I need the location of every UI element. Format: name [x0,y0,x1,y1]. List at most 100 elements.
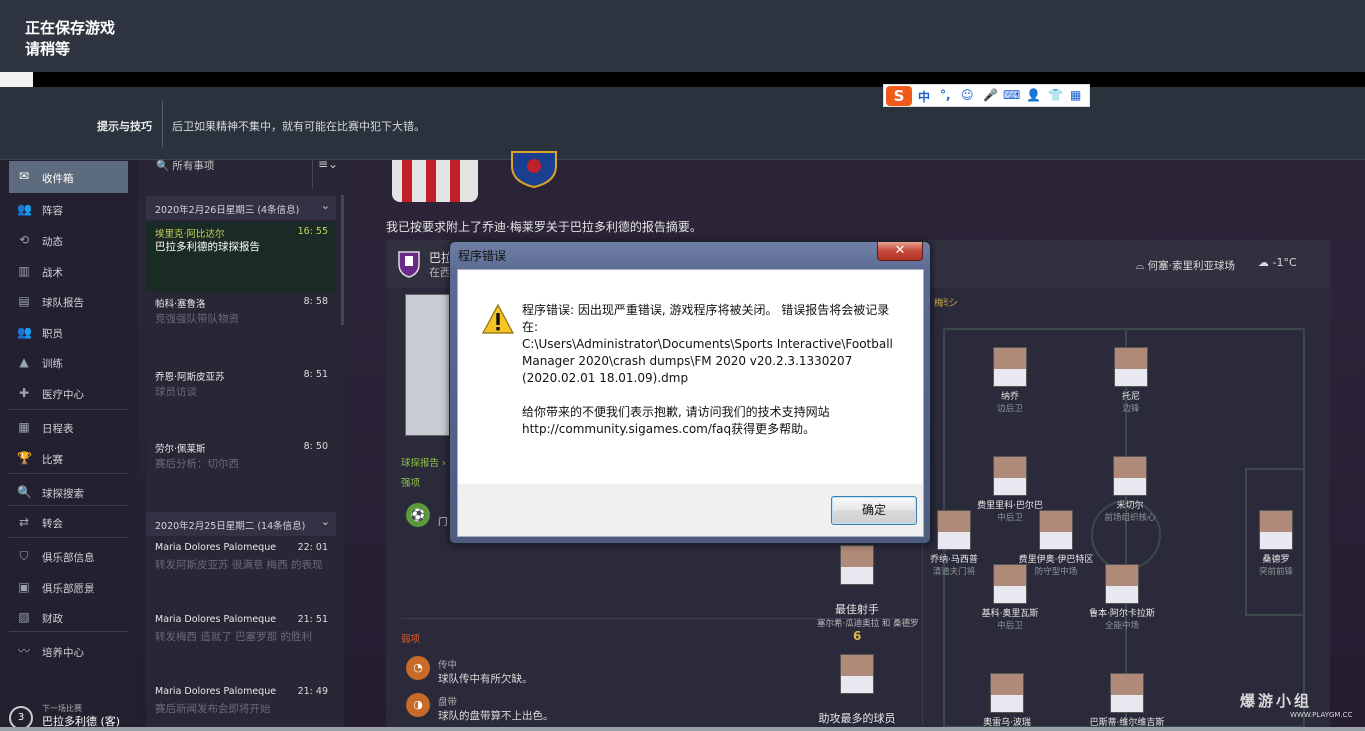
inbox-message[interactable]: Maria Dolores Palomeque 22: 01 转发阿斯皮亚苏 很… [146,538,336,608]
pitch-player-name: 托尼 [1121,392,1140,402]
message-sender: 帕科·塞鲁洛 [155,299,206,310]
sogou-logo-icon[interactable]: S [886,86,912,106]
message-sender: 乔恩·阿斯皮亚苏 [155,372,225,383]
pitch-player[interactable]: 鲁本·阿尔卡拉斯 全能中场 [1082,564,1162,631]
message-time: 21: 51 [297,614,328,625]
staff-icon: 👥 [17,325,32,339]
message-subject: 转发梅西 造就了 巴塞罗那 的胜利 [155,631,313,643]
sidebar-item-3[interactable]: ▥ 战术 [9,261,128,283]
inbox-message[interactable]: 乔恩·阿斯皮亚苏 8: 51 球员访谈 [146,365,336,435]
ok-button[interactable]: 确定 [831,496,917,525]
pitch-player[interactable]: 奥雷乌·波瑞 [967,673,1047,728]
sidebar-item-1[interactable]: 👥 阵容 [9,199,128,221]
ime-chinese-mode[interactable]: 中 [918,88,930,105]
squad-icon: 👥 [17,202,32,216]
pitch-player-pos: 前场组织核心 [1104,513,1156,523]
trophy-icon: 🏆 [17,451,32,465]
sidebar-item-14[interactable]: ▨ 财政 [9,607,128,629]
sidebar-item-7[interactable]: ✚ 医疗中心 [9,383,128,405]
inbox-message[interactable]: Maria Dolores Palomeque 21: 49 赛后新闻发布会即将… [146,682,336,727]
top-assister: 助攻最多的球员 [817,654,897,726]
sidebar-item-8[interactable]: ▦ 日程表 [9,417,128,439]
inbox-message[interactable]: 劳尔·佩莱斯 8: 50 赛后分析：切尔西 [146,437,336,507]
pitch-player[interactable]: 桑德罗 突前前锋 [1236,510,1316,577]
sidebar-item-label: 医疗中心 [42,389,84,401]
stadium-icon: ⌓ [1136,260,1148,272]
message-time: 21: 49 [297,686,328,697]
inbox-group-0226[interactable]: 2020年2月26日星期三 (4条信息) ⌄ [146,196,336,220]
sidebar-item-label: 培养中心 [42,647,84,659]
inbox-filter-separator [312,160,313,188]
message-subject: 球员访谈 [155,386,197,398]
ime-user-icon[interactable]: 👤 [1026,88,1041,102]
finance-icon: ▨ [18,610,30,624]
pitch-player[interactable]: 托尼 边锋 [1091,347,1171,414]
sidebar-item-2[interactable]: ⟲ 动态 [9,230,128,252]
message-subject: 巴拉多利德的球探报告 [155,241,260,253]
ime-keyboard-icon[interactable]: ⌨ [1003,88,1020,102]
scout-avatar [392,160,478,202]
sidebar-item-11[interactable]: ⇄ 转会 [9,512,128,534]
ime-toolbar[interactable]: S 中 °, ☺ 🎤 ⌨ 👤 👕 ▦ [883,84,1090,107]
sidebar-item-label: 动态 [42,236,63,248]
sidebar-item-6[interactable]: ▲ 训练 [9,352,128,374]
sidebar-separator [9,505,128,506]
saving-line2: 请稍等 [25,40,71,58]
top-assister-label: 助攻最多的球员 [818,712,896,725]
message-time: 22: 01 [297,542,328,553]
ime-emoji-icon[interactable]: ☺ [961,88,974,102]
sidebar-item-5[interactable]: 👥 职员 [9,322,128,344]
training-icon: ▲ [19,355,29,369]
sidebar-item-10[interactable]: 🔍 球探搜索 [9,482,128,504]
pitch-player[interactable]: 巴斯蒂·维尔维吉斯 [1087,673,1167,728]
sidebar-item-label: 收件箱 [42,173,74,185]
venue-label: ⌓ 何塞·索里利亚球场 [1136,258,1235,273]
sidebar-item-label: 俱乐部信息 [42,552,95,564]
inbox-scrollbar[interactable] [341,195,344,325]
sidebar-item-9[interactable]: 🏆 比赛 [9,448,128,470]
message-time: 8: 50 [303,441,328,452]
report-intro: 我已按要求附上了乔迪·梅莱罗关于巴拉多利德的报告摘要。 [386,220,702,234]
strength-text: 门 [438,517,448,528]
inbox-message[interactable]: 埃里克·阿比达尔 16: 55 巴拉多利德的球探报告 [146,222,336,292]
taskbar-strip [0,727,1365,731]
tips-bar: 提示与技巧 后卫如果精神不集中，就有可能在比赛中犯下大错。 [0,87,1365,160]
sidebar-item-15[interactable]: 〰培养中心 [9,641,128,663]
message-time: 8: 58 [303,296,328,307]
inbox-group-title: 2020年2月26日星期三 (4条信息) [155,205,300,216]
club-vision-icon: ▣ [18,580,30,594]
saving-line1: 正在保存游戏 [25,19,116,37]
sidebar-item-label: 球探搜索 [42,488,84,500]
dynamics-icon: ⟲ [18,233,30,247]
weakness-1-text: 球队传中有所欠缺。 [438,673,533,685]
pitch-player[interactable]: 纳乔 边后卫 [970,347,1050,414]
ime-voice-icon[interactable]: 🎤 [983,88,998,102]
error-dialog: 程序错误 ✕ 程序错误: 因出现严重错误, 游戏程序将被关闭。 错误报告将会被记… [449,241,931,544]
scout-report-link[interactable]: 球探报告 › [401,455,446,469]
inbox-search[interactable]: 🔍 所有事项 [156,158,214,173]
sidebar-item-4[interactable]: ▤ 球队报告 [9,291,128,313]
dialog-close-button[interactable]: ✕ [877,242,923,261]
ime-toolbox-icon[interactable]: ▦ [1070,88,1081,102]
player-face [840,654,874,694]
pitch-player[interactable]: 基科·奥里瓦斯 中后卫 [970,564,1050,631]
inbox-message[interactable]: Maria Dolores Palomeque 21: 51 转发梅西 造就了 … [146,610,336,680]
sidebar-item-12[interactable]: ⛉ 俱乐部信息 [9,546,128,568]
ime-punctuation-icon[interactable]: °, [940,88,951,102]
sidebar-item-13[interactable]: ▣ 俱乐部愿景 [9,577,128,599]
error-path: C:\Users\Administrator\Documents\Sports … [522,337,893,385]
crossing-icon: ◔ [406,656,430,680]
report-icon: ▤ [18,294,30,308]
pitch-player-pos: 全能中场 [1104,621,1139,631]
player-face [840,545,874,585]
inbox-message[interactable]: 帕科·塞鲁洛 8: 58 竞强强队带队物资 [146,292,336,362]
inbox-group-0225[interactable]: 2020年2月25日星期二 (14条信息) ⌄ [146,512,336,536]
inbox-filter-icon[interactable]: ≡⌄ [318,157,338,171]
pitch-player[interactable]: 米切尔 前场组织核心 [1090,456,1170,523]
formation-label: 梅ইシ [934,298,958,309]
player-photo [405,294,453,436]
pitch-player-pos: 边锋 [1122,404,1140,414]
ime-skin-icon[interactable]: 👕 [1048,88,1063,102]
venue-name: 何塞·索里利亚球场 [1147,260,1235,272]
sidebar-item-0[interactable]: ✉ 收件箱 [9,161,128,193]
